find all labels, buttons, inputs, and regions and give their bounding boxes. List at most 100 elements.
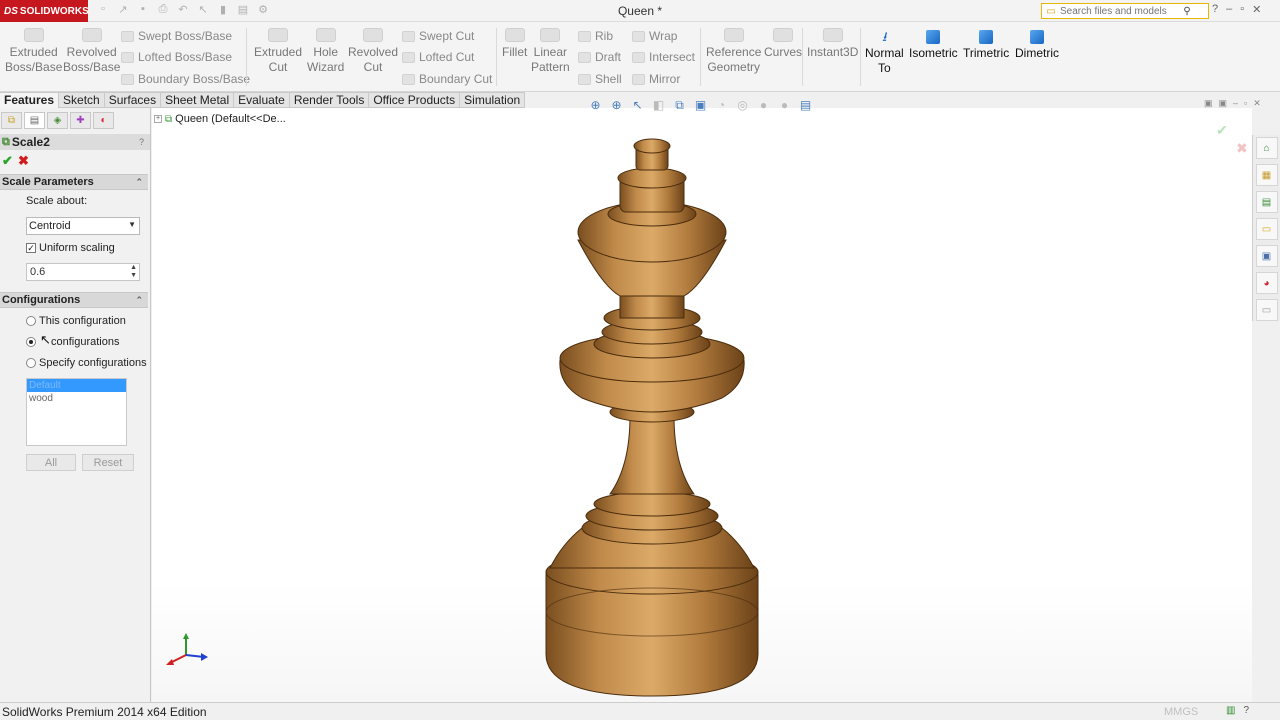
extruded-cut-button[interactable]: Extruded Cut	[254, 28, 302, 75]
radio-button[interactable]	[26, 316, 36, 326]
apply-scene-icon[interactable]: ●	[777, 98, 792, 113]
view-settings-icon[interactable]: ▤	[798, 98, 813, 113]
boundary-cut-button[interactable]: Boundary Cut	[402, 72, 492, 86]
save-icon[interactable]: ▪	[136, 3, 150, 17]
cancel-x-icon[interactable]: ✖	[18, 153, 29, 169]
cascade-icon[interactable]: ▣	[1219, 98, 1228, 109]
design-library-icon[interactable]: ▦	[1255, 164, 1278, 186]
scale-factor-field[interactable]: ▲▼	[26, 263, 140, 281]
confirmation-cancel-icon[interactable]: ✖	[1236, 140, 1248, 157]
dimetric-button[interactable]: Dimetric	[1015, 30, 1059, 61]
extruded-boss-button[interactable]: Extruded Boss/Base	[5, 28, 62, 75]
doc-restore-icon[interactable]: ▫	[1244, 98, 1247, 109]
previous-view-icon[interactable]: ↖	[630, 98, 645, 113]
hide-show-icon[interactable]: ◎	[735, 98, 750, 113]
checkbox-checked-icon[interactable]: ✓	[26, 243, 36, 253]
open-icon[interactable]: ↗	[116, 3, 130, 17]
linear-pattern-button[interactable]: Linear Pattern	[531, 28, 570, 75]
normal-to-button[interactable]: ⭳ Normal To	[865, 30, 904, 76]
undo-icon[interactable]: ↶	[176, 3, 190, 17]
doc-close-icon[interactable]: ✕	[1253, 98, 1261, 109]
edit-appearance-icon[interactable]: ●	[756, 98, 771, 113]
reference-geometry-button[interactable]: Reference Geometry	[706, 28, 761, 75]
search-input[interactable]	[1060, 5, 1180, 17]
trimetric-button[interactable]: Trimetric	[963, 30, 1009, 61]
solidworks-logo[interactable]: DS SOLIDWORKS	[0, 0, 89, 22]
feature-manager-tab[interactable]: ⧉	[1, 112, 22, 129]
folder-icon[interactable]: ▭	[1255, 218, 1278, 240]
lofted-cut-button[interactable]: Lofted Cut	[402, 50, 474, 64]
configurations-group-header[interactable]: Configurations ⌃	[0, 292, 148, 308]
uniform-scaling-checkbox[interactable]: ✓ Uniform scaling	[26, 242, 115, 254]
units-indicator[interactable]: MMGS	[1164, 706, 1198, 718]
configurations-list[interactable]: Default wood	[26, 378, 127, 446]
radio-specify-configurations[interactable]: Specify configurations	[26, 357, 147, 369]
custom-properties-icon[interactable]: ▭	[1255, 299, 1278, 321]
queen-chess-piece-model[interactable]	[542, 136, 762, 698]
zoom-to-fit-icon[interactable]: ⊕	[588, 98, 603, 113]
section-view-icon[interactable]: ◧	[651, 98, 666, 113]
scale-factor-input[interactable]	[30, 266, 126, 278]
configuration-manager-tab[interactable]: ◈	[47, 112, 68, 129]
rebuild-icon[interactable]: ▮	[216, 3, 230, 17]
tab-evaluate[interactable]: Evaluate	[234, 92, 290, 108]
tab-sketch[interactable]: Sketch	[59, 92, 105, 108]
zoom-to-area-icon[interactable]: ⊕	[609, 98, 624, 113]
ok-check-icon[interactable]: ✔	[2, 153, 13, 169]
print-icon[interactable]: ⎙	[156, 3, 170, 17]
intersect-button[interactable]: Intersect	[632, 50, 695, 64]
radio-button-selected[interactable]	[26, 337, 36, 347]
collapse-icon[interactable]: ⌃	[135, 177, 143, 188]
options-icon[interactable]: ⚙	[256, 3, 270, 17]
help-icon[interactable]: ?	[1212, 3, 1218, 16]
tab-surfaces[interactable]: Surfaces	[104, 92, 162, 108]
rib-button[interactable]: Rib	[578, 29, 613, 43]
reset-button[interactable]: Reset	[82, 454, 134, 471]
scale-parameters-group-header[interactable]: Scale Parameters ⌃	[0, 174, 148, 190]
solidworks-resources-icon[interactable]: ⌂	[1255, 137, 1278, 159]
appearances-icon[interactable]: ◕	[1255, 272, 1278, 294]
lofted-boss-button[interactable]: Lofted Boss/Base	[121, 50, 232, 64]
help-status-icon[interactable]: ?	[1243, 705, 1249, 716]
draft-button[interactable]: Draft	[578, 50, 621, 64]
display-manager-tab[interactable]: ◐	[93, 112, 114, 129]
list-item[interactable]: Default	[27, 379, 126, 392]
file-explorer-icon[interactable]: ▤	[1255, 191, 1278, 213]
dynamic-annotation-icon[interactable]: ⧉	[672, 98, 687, 113]
display-style-icon[interactable]: ◔	[714, 98, 729, 113]
scale-about-dropdown[interactable]: Centroid ▼	[26, 217, 140, 235]
swept-boss-button[interactable]: Swept Boss/Base	[121, 29, 232, 43]
radio-button[interactable]	[26, 358, 36, 368]
tab-render-tools[interactable]: Render Tools	[289, 92, 370, 108]
fillet-button[interactable]: Fillet	[502, 28, 527, 60]
property-manager-tab[interactable]: ▤	[24, 112, 45, 129]
tile-icon[interactable]: ▣	[1204, 98, 1213, 109]
curves-button[interactable]: Curves	[764, 28, 802, 60]
revolved-boss-button[interactable]: Revolved Boss/Base	[63, 28, 120, 75]
view-orientation-icon[interactable]: ▣	[693, 98, 708, 113]
shell-button[interactable]: Shell	[578, 72, 622, 86]
wrap-button[interactable]: Wrap	[632, 29, 677, 43]
collapse-icon[interactable]: ⌃	[135, 295, 143, 306]
swept-cut-button[interactable]: Swept Cut	[402, 29, 474, 43]
confirmation-ok-icon[interactable]: ✔	[1216, 122, 1228, 139]
revolved-cut-button[interactable]: Revolved Cut	[348, 28, 398, 75]
restore-icon[interactable]: ▫	[1240, 3, 1244, 16]
hole-wizard-button[interactable]: Hole Wizard	[307, 28, 344, 75]
close-icon[interactable]: ✕	[1252, 3, 1261, 16]
radio-this-configuration[interactable]: This configuration	[26, 315, 126, 327]
tab-features[interactable]: Features	[0, 92, 60, 108]
new-icon[interactable]: ▫	[96, 3, 110, 17]
list-item[interactable]: wood	[27, 392, 126, 405]
boundary-boss-button[interactable]: Boundary Boss/Base	[121, 72, 250, 86]
search-box[interactable]: ▭ ⚲	[1041, 3, 1209, 19]
rebuild-status-icon[interactable]: ▥	[1226, 705, 1235, 716]
instant3d-button[interactable]: Instant3D	[807, 28, 858, 60]
all-button[interactable]: All	[26, 454, 76, 471]
doc-minimize-icon[interactable]: –	[1233, 98, 1238, 109]
minimize-icon[interactable]: –	[1226, 3, 1232, 16]
dimxpert-manager-tab[interactable]: ✚	[70, 112, 91, 129]
spinner-arrows-icon[interactable]: ▲ ▼	[130, 264, 137, 280]
tab-simulation[interactable]: Simulation	[460, 92, 526, 108]
flyout-feature-tree[interactable]: + ⧉ Queen (Default<<De...	[154, 113, 286, 125]
